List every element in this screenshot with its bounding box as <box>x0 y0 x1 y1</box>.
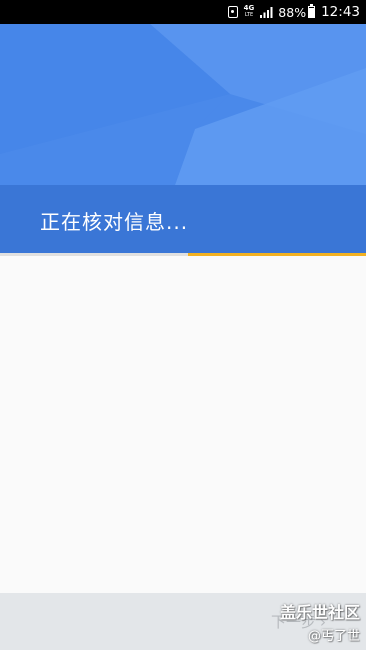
notification-icon <box>227 6 238 18</box>
network-indicator: 4G LTE <box>244 5 255 19</box>
progress-bar <box>0 253 366 256</box>
network-subtype: LTE <box>244 12 254 18</box>
watermark: 盖乐世社区 @丐了世 <box>280 599 360 644</box>
battery-level-fill <box>309 8 315 17</box>
status-bar: 4G LTE 88% 12:43 <box>0 0 366 24</box>
header-background-shapes <box>0 24 366 185</box>
clock: 12:43 <box>321 4 360 20</box>
watermark-line2: @丐了世 <box>307 629 360 644</box>
setup-screen: 4G LTE 88% 12:43 正在核对信息... 下一步 › 盖乐世社区 @… <box>0 0 366 650</box>
watermark-line1: 盖乐世社区 <box>279 603 360 622</box>
progress-bar-fill <box>187 253 366 256</box>
title-band: 正在核对信息... <box>0 185 366 255</box>
signal-icon <box>260 6 274 18</box>
header-banner <box>0 24 366 185</box>
network-type: 4G <box>243 4 255 12</box>
page-title: 正在核对信息... <box>40 209 189 234</box>
battery-percent: 88% <box>278 4 307 20</box>
battery-icon <box>308 4 316 18</box>
bottom-navigation-bar: 下一步 › 盖乐世社区 @丐了世 <box>0 593 366 650</box>
